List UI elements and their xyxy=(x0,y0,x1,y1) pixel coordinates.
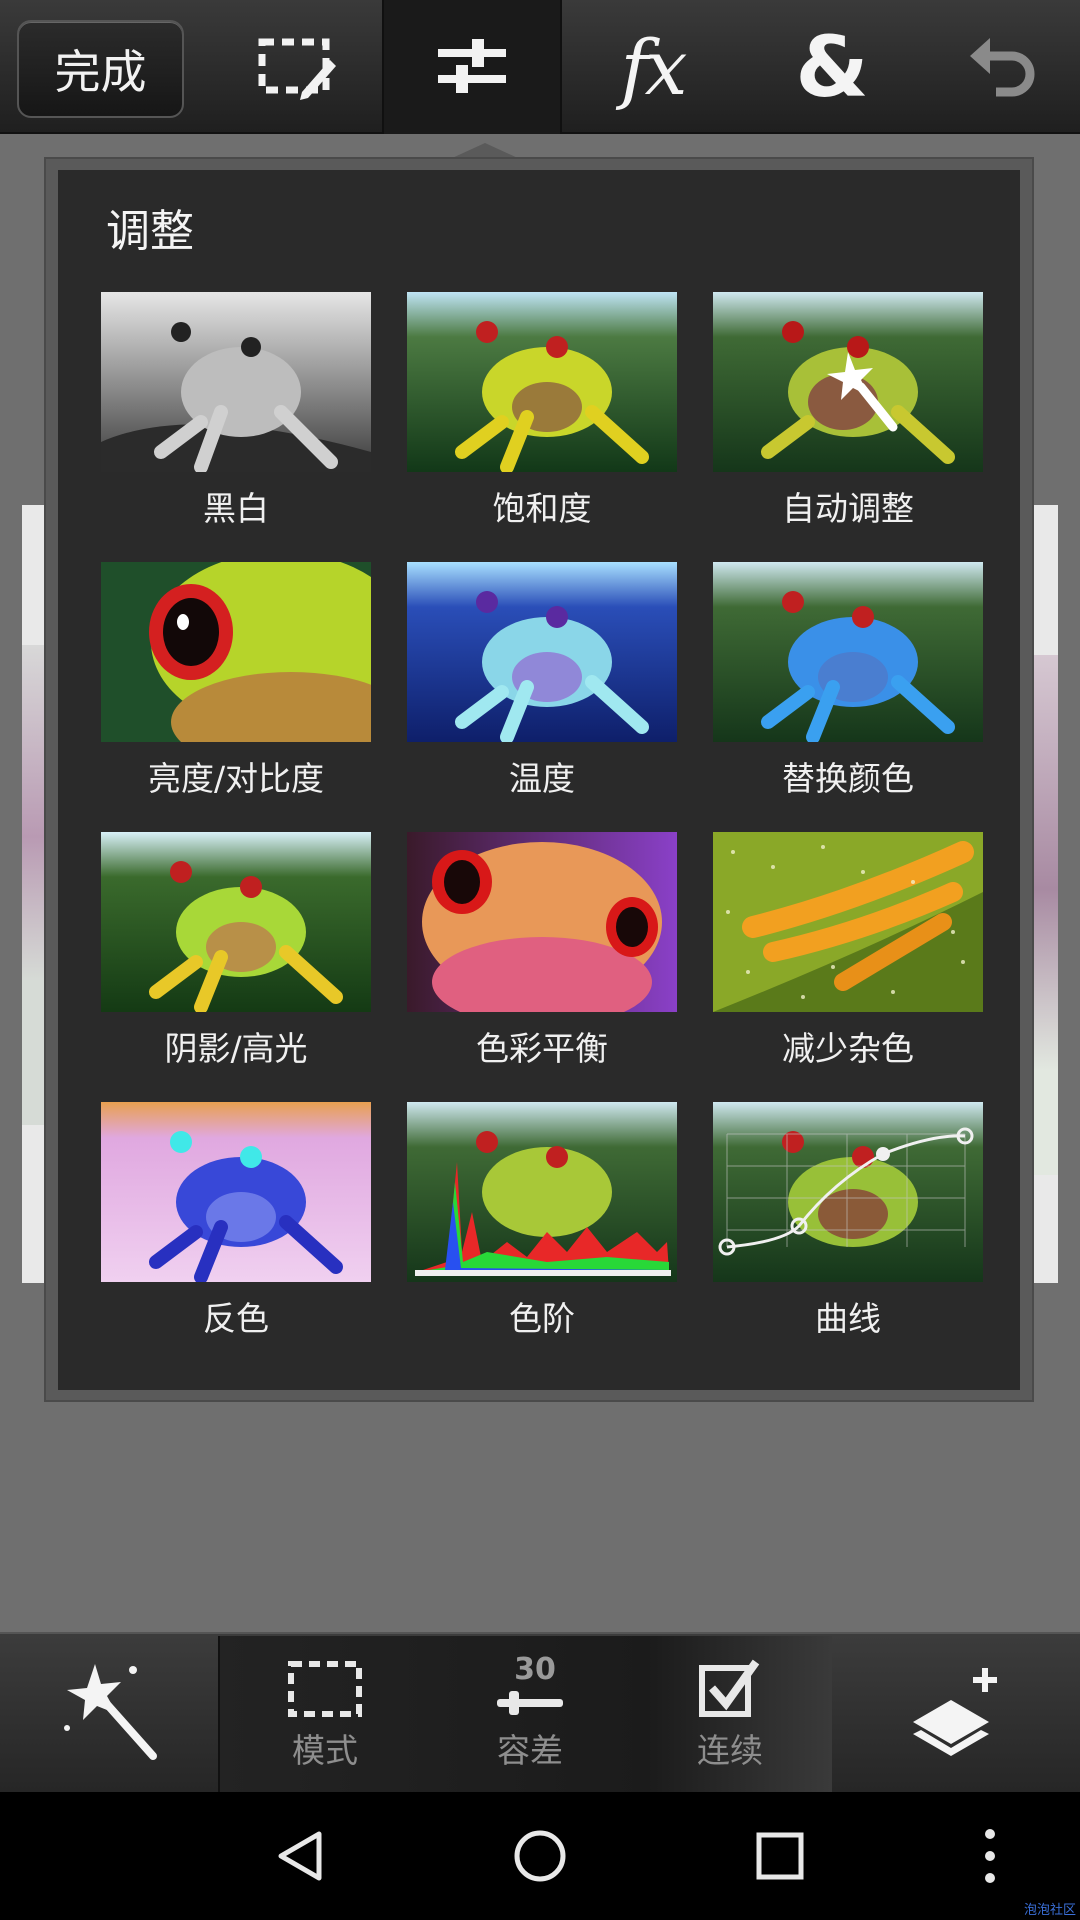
undo-icon xyxy=(970,38,1035,97)
effects-icon: fx xyxy=(620,22,688,112)
thumbnail-temperature xyxy=(407,562,677,742)
mode-label: 模式 xyxy=(292,1731,358,1770)
combine-icon: & xyxy=(795,18,869,116)
recents-icon xyxy=(756,1832,804,1880)
adjustments-tool[interactable] xyxy=(382,0,562,134)
done-button[interactable]: 完成 xyxy=(17,20,184,118)
thumbnail-shadows-highlights xyxy=(101,832,371,1012)
thumbnail-reduce-noise xyxy=(713,832,983,1012)
watermark: 泡泡社区 xyxy=(1023,1903,1076,1918)
nav-home-button[interactable] xyxy=(490,1792,590,1920)
adjust-replace-color[interactable]: 替换颜色 xyxy=(713,562,983,800)
combine-tool[interactable]: & xyxy=(742,0,922,134)
thumbnail-levels xyxy=(407,1102,677,1282)
adjust-black-white[interactable]: 黑白 xyxy=(101,292,371,530)
popup-title: 调整 xyxy=(106,206,194,257)
thumbnail-black-white xyxy=(101,292,371,472)
tolerance-label: 容差 xyxy=(497,1731,563,1770)
tolerance-value: 30 xyxy=(514,1652,556,1687)
thumbnail-invert xyxy=(101,1102,371,1282)
adjust-label: 饱和度 xyxy=(492,489,592,528)
adjust-temperature[interactable]: 温度 xyxy=(407,562,677,800)
adjust-label: 自动调整 xyxy=(782,489,914,528)
tolerance-slider-icon xyxy=(497,1691,563,1715)
thumbnail-color-balance xyxy=(407,832,677,1012)
contiguous-toggle[interactable]: 连续 xyxy=(655,1634,805,1790)
adjust-label: 色阶 xyxy=(509,1299,575,1338)
nav-recents-button[interactable] xyxy=(730,1792,830,1920)
adjustments-icon xyxy=(438,39,506,93)
thumbnail-auto xyxy=(713,292,983,472)
adjust-label: 替换颜色 xyxy=(782,759,914,798)
home-icon xyxy=(514,1830,566,1882)
contiguous-label: 连续 xyxy=(697,1731,763,1770)
add-layer-icon xyxy=(913,1668,997,1756)
checkbox-checked-icon xyxy=(699,1659,760,1717)
adjust-reduce-noise[interactable]: 减少杂色 xyxy=(713,832,983,1070)
adjust-saturation[interactable]: 饱和度 xyxy=(407,292,677,530)
adjust-color-balance[interactable]: 色彩平衡 xyxy=(407,832,677,1070)
magic-wand-tool[interactable] xyxy=(40,1634,180,1790)
magic-wand-icon xyxy=(64,1664,157,1760)
thumbnail-replace-color xyxy=(713,562,983,742)
selection-edit-tool[interactable] xyxy=(208,0,388,134)
system-nav-bar: 泡泡社区 xyxy=(0,1792,1080,1920)
adjust-auto[interactable]: 自动调整 xyxy=(713,292,983,530)
adjust-label: 减少杂色 xyxy=(782,1029,914,1068)
adjust-shadows-highlights[interactable]: 阴影/高光 xyxy=(101,832,371,1070)
nav-menu-button[interactable] xyxy=(960,1792,1020,1920)
adjust-invert[interactable]: 反色 xyxy=(101,1102,371,1340)
top-toolbar: 完成 fx & xyxy=(0,0,1080,134)
adjust-label: 曲线 xyxy=(815,1299,881,1338)
mode-button[interactable]: 模式 xyxy=(250,1634,400,1790)
thumbnail-brightness-contrast xyxy=(101,562,371,742)
adjust-label: 亮度/对比度 xyxy=(147,759,325,798)
undo-tool[interactable] xyxy=(922,0,1080,134)
more-vertical-icon xyxy=(985,1829,995,1883)
back-icon xyxy=(278,1831,322,1881)
adjust-label: 黑白 xyxy=(203,489,269,528)
adjust-label: 反色 xyxy=(203,1299,269,1338)
adjust-label: 温度 xyxy=(509,759,575,798)
layers-button[interactable] xyxy=(880,1634,1030,1790)
adjust-levels[interactable]: 色阶 xyxy=(407,1102,677,1340)
selection-edit-icon xyxy=(258,38,336,100)
marquee-icon xyxy=(288,1661,362,1717)
adjust-label: 色彩平衡 xyxy=(476,1029,608,1068)
adjust-brightness-contrast[interactable]: 亮度/对比度 xyxy=(101,562,371,800)
thumbnail-curves xyxy=(713,1102,983,1282)
nav-back-button[interactable] xyxy=(250,1792,350,1920)
adjust-curves[interactable]: 曲线 xyxy=(713,1102,983,1340)
adjust-label: 阴影/高光 xyxy=(164,1029,308,1068)
thumbnail-saturation xyxy=(407,292,677,472)
effects-tool[interactable]: fx xyxy=(562,0,742,134)
